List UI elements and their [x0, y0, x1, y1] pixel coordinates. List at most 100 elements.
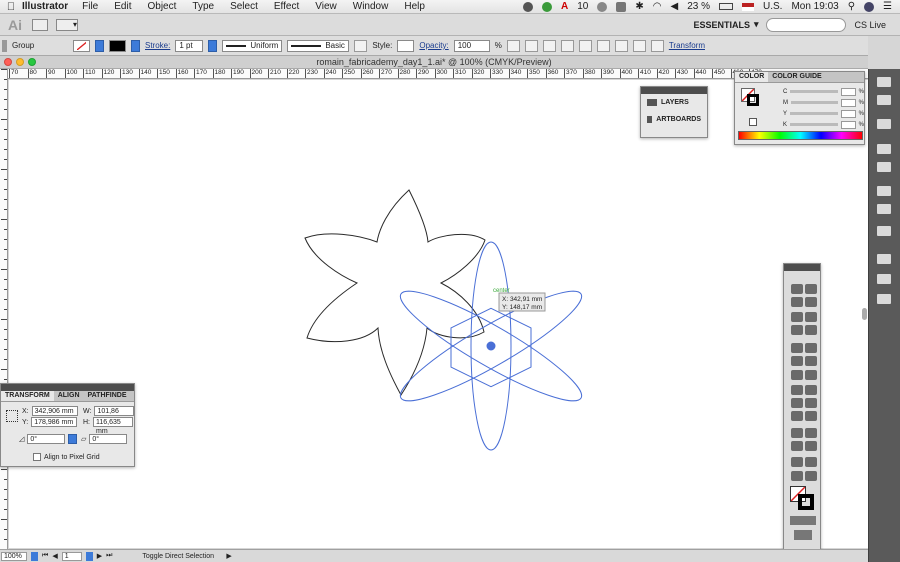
arrange-documents-button[interactable]: ▾: [56, 18, 78, 31]
pen-tool-icon[interactable]: [791, 312, 803, 322]
stroke-label[interactable]: Stroke:: [145, 41, 170, 50]
evernote-icon[interactable]: [542, 1, 552, 12]
zoom-tool-icon[interactable]: [805, 471, 817, 481]
align-top-icon[interactable]: [614, 39, 628, 52]
artboards-button[interactable]: ARTBOARDS: [641, 111, 707, 128]
transform-link[interactable]: Transform: [669, 41, 705, 50]
brushes-dock-icon[interactable]: [877, 119, 891, 129]
first-artboard-button[interactable]: ⏮: [42, 552, 48, 560]
direct-selection-tool-icon[interactable]: [805, 284, 817, 294]
vertical-scrollbar[interactable]: [862, 308, 867, 320]
menu-file[interactable]: File: [82, 1, 98, 12]
slice-tool-icon[interactable]: [805, 457, 817, 467]
tab-transform[interactable]: TRANSFORM: [1, 391, 54, 401]
black-field[interactable]: [841, 120, 856, 129]
menu-effect[interactable]: Effect: [274, 1, 299, 12]
opacity-field[interactable]: 100: [453, 39, 490, 52]
artwork[interactable]: center X: 342,91 mm Y: 148,17 mm: [9, 80, 868, 548]
tab-align[interactable]: ALIGN: [54, 391, 84, 401]
apple-menu-icon[interactable]: : [0, 1, 22, 13]
pixel-grid-checkbox[interactable]: [33, 453, 41, 461]
artboard-canvas[interactable]: center X: 342,91 mm Y: 148,17 mm: [9, 80, 868, 548]
swatches-dock-icon[interactable]: [877, 95, 891, 105]
pencil-tool-icon[interactable]: [805, 343, 817, 353]
next-artboard-button[interactable]: ▶: [97, 552, 102, 560]
flag-icon[interactable]: [741, 2, 754, 11]
cyan-field[interactable]: [841, 87, 856, 96]
transparency-dock-icon[interactable]: [877, 204, 891, 214]
style-swatch[interactable]: [397, 39, 415, 52]
zoom-field[interactable]: 100%: [1, 551, 27, 561]
free-transform-tool-icon[interactable]: [805, 385, 817, 395]
menu-type[interactable]: Type: [192, 1, 214, 12]
menu-window[interactable]: Window: [353, 1, 389, 12]
h-field[interactable]: 116,635 mm: [93, 417, 133, 435]
graphic-styles-dock-icon[interactable]: [877, 254, 891, 264]
panel-header[interactable]: [641, 87, 707, 94]
artboard-field[interactable]: 1: [61, 551, 82, 561]
none-swatch[interactable]: [749, 118, 757, 126]
stroke-weight-dropdown[interactable]: [208, 39, 218, 52]
search-field[interactable]: [766, 17, 847, 32]
time-machine-icon[interactable]: [597, 1, 608, 12]
clock[interactable]: Mon 19:03: [791, 1, 838, 12]
blend-tool-icon[interactable]: [805, 428, 817, 438]
mesh-tool-icon[interactable]: [791, 411, 803, 421]
recolor-artwork-icon[interactable]: [354, 39, 368, 52]
color-dock-icon[interactable]: [877, 77, 891, 87]
reference-point-icon[interactable]: [6, 410, 18, 422]
stroke-weight-field[interactable]: 1 pt: [175, 39, 204, 52]
zoom-dropdown[interactable]: [31, 551, 38, 561]
x-field[interactable]: 342,906 mm: [31, 406, 78, 416]
scale-tool-icon[interactable]: [805, 370, 817, 380]
menu-edit[interactable]: Edit: [114, 1, 131, 12]
shape-builder-tool-icon[interactable]: [791, 398, 803, 408]
tools-stroke-swatch[interactable]: [798, 494, 814, 510]
stroke-swatch[interactable]: [109, 39, 126, 52]
panel-header[interactable]: [1, 384, 134, 391]
magic-wand-tool-icon[interactable]: [791, 297, 803, 307]
center-anchor[interactable]: [486, 341, 496, 351]
bluetooth-icon[interactable]: ✱: [635, 1, 643, 12]
lasso-tool-icon[interactable]: [805, 297, 817, 307]
document-setup-icon[interactable]: [506, 39, 520, 52]
appearance-dock-icon[interactable]: [877, 226, 891, 236]
align-left-icon[interactable]: [560, 39, 574, 52]
hand-tool-icon[interactable]: [791, 471, 803, 481]
rotate-field[interactable]: 0°: [27, 434, 66, 444]
tab-color[interactable]: COLOR: [735, 72, 769, 82]
stroke-dropdown[interactable]: [131, 39, 140, 52]
workspace-switcher[interactable]: ESSENTIALS ▾: [693, 19, 758, 30]
gradient-dock-icon[interactable]: [877, 186, 891, 196]
y-field[interactable]: 178,986 mm: [31, 417, 78, 427]
adobe-icon[interactable]: A: [561, 1, 568, 12]
align-center-icon[interactable]: [578, 39, 592, 52]
tab-pathfinder[interactable]: PATHFINDE: [84, 391, 131, 401]
color-spectrum[interactable]: [738, 131, 863, 140]
cyan-slider[interactable]: [790, 90, 839, 93]
eyedropper-tool-icon[interactable]: [791, 428, 803, 438]
yellow-field[interactable]: [841, 109, 856, 118]
status-circle-icon[interactable]: [523, 1, 533, 12]
line-tool-icon[interactable]: [791, 325, 803, 335]
selection-tool-icon[interactable]: [791, 284, 803, 294]
battery-text[interactable]: 23 %: [687, 1, 710, 12]
previous-artboard-button[interactable]: ◀: [52, 552, 57, 560]
gradient-tool-icon[interactable]: [805, 411, 817, 421]
stroke-color-swatch[interactable]: [747, 94, 759, 106]
panel-header[interactable]: [784, 264, 820, 271]
battery-icon[interactable]: [718, 3, 733, 10]
drawing-modes-icon[interactable]: [790, 516, 816, 525]
creative-cloud-icon[interactable]: [616, 1, 627, 12]
width-tool-icon[interactable]: [791, 385, 803, 395]
menu-help[interactable]: Help: [404, 1, 425, 12]
menu-select[interactable]: Select: [230, 1, 258, 12]
input-source[interactable]: U.S.: [763, 1, 782, 12]
artboard-dropdown[interactable]: [85, 551, 93, 561]
last-artboard-button[interactable]: ⏭: [106, 552, 112, 560]
magenta-slider[interactable]: [791, 101, 839, 104]
magenta-field[interactable]: [841, 98, 856, 107]
layers-dock-icon[interactable]: [877, 274, 891, 284]
screen-mode-icon[interactable]: [794, 530, 812, 540]
fill-dropdown[interactable]: [95, 39, 104, 52]
